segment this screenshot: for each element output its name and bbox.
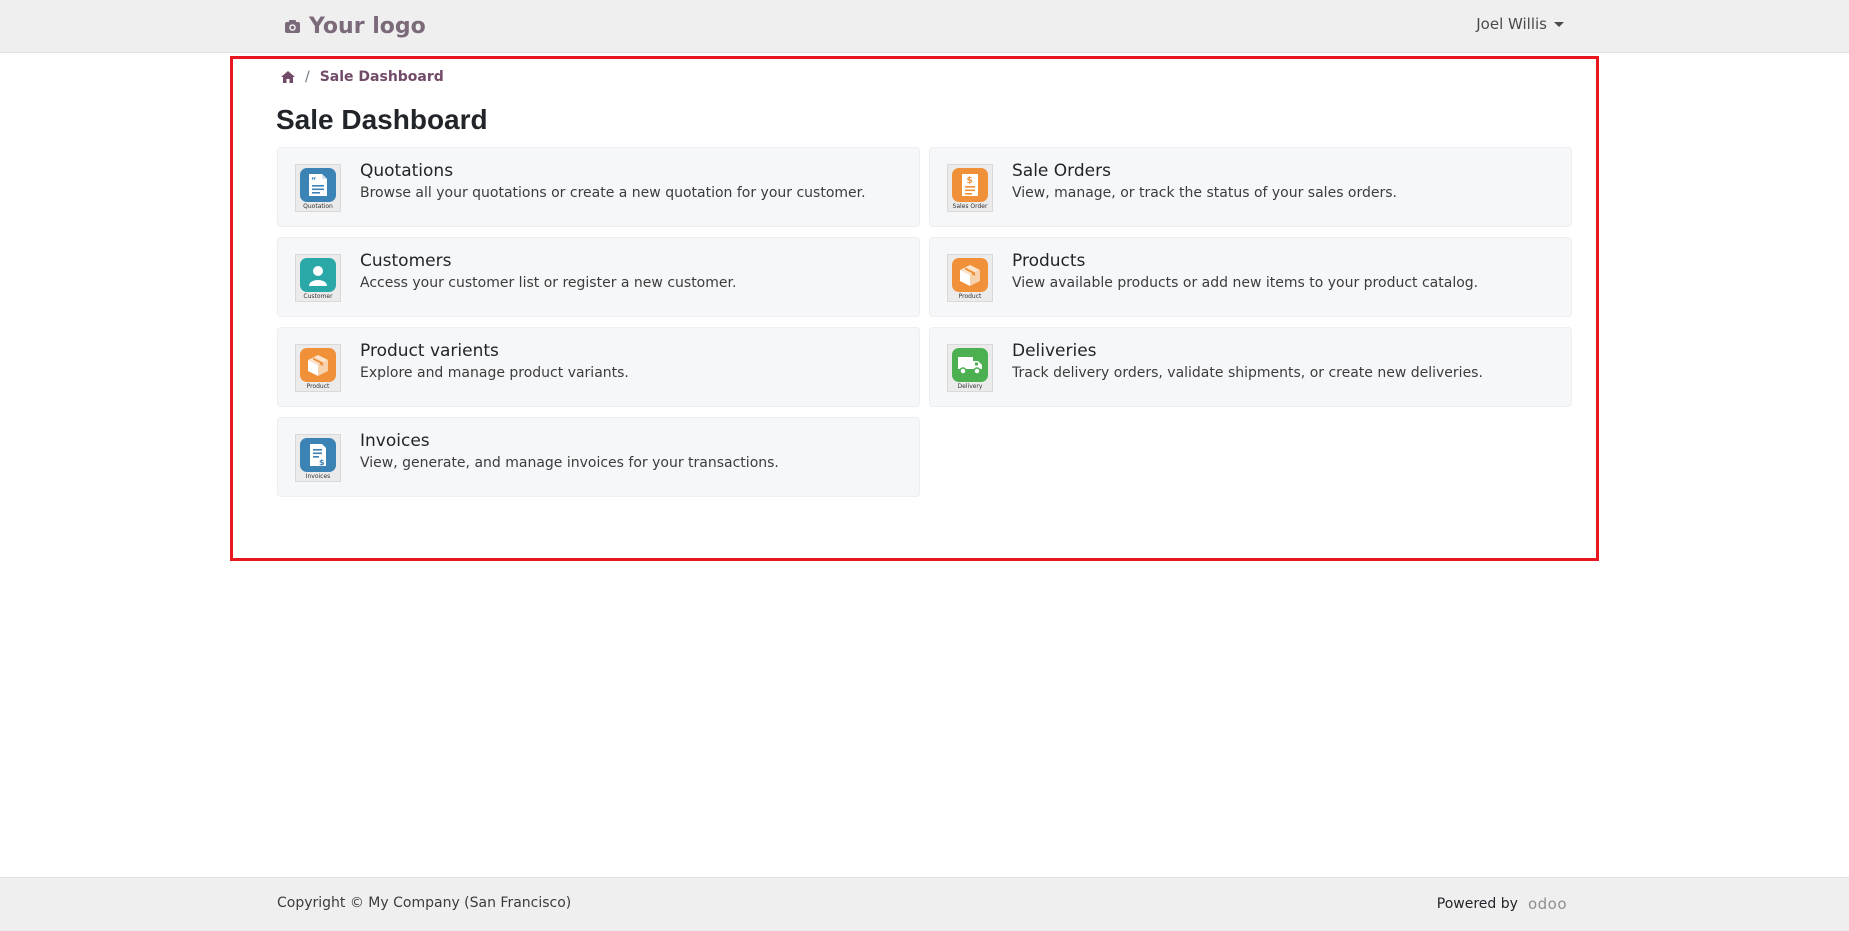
card-description: Explore and manage product variants. [360, 365, 629, 381]
card-title: Customers [360, 251, 452, 271]
card-title: Products [1012, 251, 1086, 271]
top-navbar: Your logo Joel Willis [0, 0, 1849, 53]
card-description: Access your customer list or register a … [360, 275, 737, 291]
product-icon: Product [295, 344, 341, 392]
card-deliveries[interactable]: Delivery Deliveries Track delivery order… [929, 327, 1572, 407]
quotation-icon: “ Quotation [295, 164, 341, 212]
card-description: Browse all your quotations or create a n… [360, 185, 866, 201]
breadcrumb-current: Sale Dashboard [319, 69, 444, 85]
card-title: Deliveries [1012, 341, 1097, 361]
footer: Copyright © My Company (San Francisco) P… [0, 877, 1849, 931]
user-menu-dropdown[interactable]: Joel Willis [1476, 15, 1564, 33]
svg-text:“: “ [311, 176, 316, 185]
card-invoices[interactable]: $ Invoices Invoices View, generate, and … [277, 417, 920, 497]
home-icon[interactable] [281, 71, 295, 83]
card-products[interactable]: Product Products View available products… [929, 237, 1572, 317]
user-name: Joel Willis [1476, 15, 1547, 33]
powered-by-label: Powered by [1436, 896, 1518, 912]
card-description: Track delivery orders, validate shipment… [1012, 365, 1483, 381]
logo-text: Your logo [309, 13, 426, 39]
product-icon: Product [947, 254, 993, 302]
card-title: Product varients [360, 341, 499, 361]
page-title: Sale Dashboard [276, 104, 488, 135]
card-customers[interactable]: Customer Customers Access your customer … [277, 237, 920, 317]
delivery-truck-icon: Delivery [947, 344, 993, 392]
camera-icon [285, 19, 300, 33]
company-logo[interactable]: Your logo [284, 11, 426, 41]
breadcrumb: / Sale Dashboard [281, 69, 444, 85]
caret-down-icon [1554, 21, 1564, 27]
svg-text:$: $ [319, 458, 325, 467]
card-title: Sale Orders [1012, 161, 1111, 181]
card-description: View available products or add new items… [1012, 275, 1479, 291]
sale-order-icon: $ Sales Order [947, 164, 993, 212]
card-title: Quotations [360, 161, 454, 181]
copyright-text: Copyright © My Company (San Francisco) [277, 895, 572, 911]
invoice-icon: $ Invoices [295, 434, 341, 482]
card-quotations[interactable]: “ Quotation Quotations Browse all your q… [277, 147, 920, 227]
breadcrumb-separator: / [305, 69, 310, 85]
card-sale-orders[interactable]: $ Sales Order Sale Orders View, manage, … [929, 147, 1572, 227]
card-title: Invoices [360, 431, 430, 451]
svg-text:$: $ [967, 176, 973, 186]
card-product-variants[interactable]: Product Product varients Explore and man… [277, 327, 920, 407]
card-description: View, generate, and manage invoices for … [360, 455, 779, 471]
odoo-logo[interactable]: odoo [1528, 895, 1567, 913]
customer-icon: Customer [295, 254, 341, 302]
card-description: View, manage, or track the status of you… [1012, 185, 1398, 201]
powered-by: Powered by odoo [1437, 895, 1567, 913]
